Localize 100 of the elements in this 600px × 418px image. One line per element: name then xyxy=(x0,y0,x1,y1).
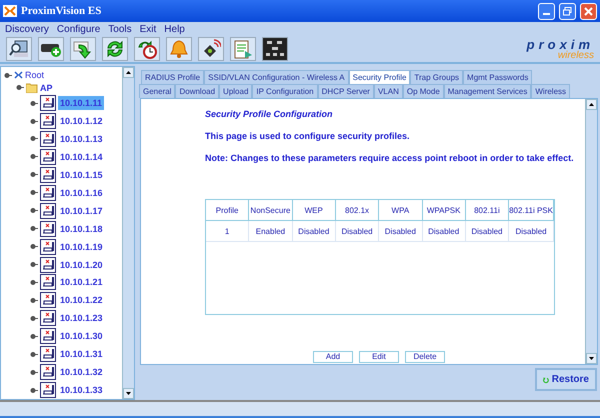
tree-item[interactable]: 10.10.1.18 xyxy=(58,222,105,236)
scrollbar[interactable] xyxy=(585,99,597,364)
tree-node-icon xyxy=(30,368,38,376)
tree-node-icon xyxy=(30,171,38,178)
logo-tagline: wireless xyxy=(558,50,594,60)
table-cell: Disabled xyxy=(336,221,380,242)
table-cell: Disabled xyxy=(466,221,510,242)
toolbar-button[interactable] xyxy=(198,37,224,61)
menu-item[interactable]: Discovery xyxy=(5,24,49,34)
table-cell: Disabled xyxy=(509,221,554,242)
tab[interactable]: DHCP Server xyxy=(318,84,374,98)
tree-item[interactable]: 10.10.1.13 xyxy=(58,132,105,146)
tab[interactable]: Trap Groups xyxy=(410,70,464,84)
tree-item[interactable]: 10.10.1.19 xyxy=(58,240,105,254)
menu-item[interactable]: Configure xyxy=(56,24,100,34)
column-header: WPAPSK xyxy=(422,200,466,221)
root-icon xyxy=(14,71,23,80)
tab[interactable]: Upload xyxy=(219,84,252,98)
column-header: 802.1x xyxy=(336,200,380,221)
close-icon xyxy=(584,6,593,16)
tree-item[interactable]: 10.10.1.32 xyxy=(58,365,105,380)
scroll-down-icon[interactable] xyxy=(126,392,131,395)
tree-node-icon xyxy=(30,278,38,286)
section-title: Security Profile Configuration xyxy=(205,109,334,119)
tree-item[interactable]: 10.10.1.33 xyxy=(58,383,105,398)
scroll-up-icon[interactable] xyxy=(589,103,594,106)
access-point-icon xyxy=(40,256,56,272)
table-action-button[interactable]: Delete xyxy=(405,351,445,363)
access-point-icon xyxy=(40,292,56,308)
tab[interactable]: Op Mode xyxy=(402,84,444,98)
tab[interactable]: Download xyxy=(175,84,220,98)
tree-node-icon xyxy=(30,386,38,394)
table-action-button[interactable]: Edit xyxy=(359,351,399,363)
tree-node-icon xyxy=(30,314,38,322)
tree-item[interactable]: 10.10.1.31 xyxy=(58,347,105,362)
access-point-icon xyxy=(40,364,56,380)
clipboard-chart-icon xyxy=(233,39,253,59)
toolbar-button[interactable] xyxy=(70,37,96,61)
description-text: This page is used to configure security profiles. xyxy=(205,131,411,141)
menu-item[interactable]: Tools xyxy=(108,24,132,34)
column-header: Profile xyxy=(206,200,250,221)
restore-button[interactable]: Restore xyxy=(535,368,597,391)
table-cell: 1 xyxy=(206,221,250,242)
tree-node-icon xyxy=(30,135,38,142)
tree-item[interactable]: 10.10.1.15 xyxy=(58,168,105,182)
close-button[interactable] xyxy=(580,2,597,20)
scrollbar[interactable] xyxy=(122,67,134,399)
tree-node-icon xyxy=(30,100,38,107)
tab[interactable]: IP Configuration xyxy=(252,84,318,98)
logo-name: proxim xyxy=(526,38,594,50)
menu-item[interactable]: Help xyxy=(164,24,185,34)
tab[interactable]: Management Services xyxy=(444,84,532,98)
tree-item[interactable]: AP xyxy=(40,82,53,93)
tree-expander-icon[interactable] xyxy=(4,72,12,79)
tree-node-icon xyxy=(30,332,38,340)
toolbar-button[interactable] xyxy=(134,37,160,61)
scroll-up-icon[interactable] xyxy=(126,71,131,74)
access-point-icon xyxy=(40,346,56,362)
toolbar-button[interactable] xyxy=(6,37,32,61)
tree-item[interactable]: 10.10.1.20 xyxy=(58,258,105,272)
tab[interactable]: Mgmt Passwords xyxy=(463,70,532,84)
column-header: 802.11i PSK xyxy=(509,200,554,221)
tree-item[interactable]: 10.10.1.16 xyxy=(58,186,105,200)
scroll-down-icon[interactable] xyxy=(589,357,594,360)
table-action-button[interactable]: Add xyxy=(313,351,353,363)
toolbar-button[interactable] xyxy=(102,37,128,61)
tab[interactable]: VLAN xyxy=(374,84,403,98)
access-point-icon xyxy=(40,328,56,344)
folder-icon xyxy=(26,82,38,93)
tree-item[interactable]: 10.10.1.23 xyxy=(58,311,105,326)
menu-item[interactable]: Exit xyxy=(140,24,156,34)
tab[interactable]: General xyxy=(139,84,176,98)
restore-window-button[interactable] xyxy=(559,2,576,20)
access-point-icon xyxy=(40,184,56,201)
tab[interactable]: RADIUS Profile xyxy=(141,70,204,84)
refresh-icon xyxy=(105,39,125,59)
tab[interactable]: Security Profile xyxy=(348,70,410,84)
access-point-icon xyxy=(40,202,56,219)
toolbar-button[interactable] xyxy=(262,37,288,61)
column-header: WEP xyxy=(292,200,336,221)
computer-search-icon xyxy=(9,39,29,59)
minimize-button[interactable] xyxy=(538,2,555,20)
tree-node-icon xyxy=(30,261,38,268)
tree-item[interactable]: 10.10.1.30 xyxy=(58,329,105,344)
tab[interactable]: SSID/VLAN Configuration - Wireless A xyxy=(204,70,349,84)
tab[interactable]: Wireless xyxy=(531,84,570,98)
tree-expander-icon[interactable] xyxy=(16,84,24,92)
app-icon xyxy=(3,5,17,17)
access-point-icon xyxy=(40,95,56,112)
tree-item[interactable]: Root xyxy=(25,70,44,80)
access-point-icon xyxy=(40,130,56,147)
tree-node-icon xyxy=(30,296,38,304)
tree-item[interactable]: 10.10.1.12 xyxy=(58,114,105,128)
tree-item[interactable]: 10.10.1.21 xyxy=(58,275,105,290)
tree-item[interactable]: 10.10.1.22 xyxy=(58,293,105,308)
toolbar-button[interactable] xyxy=(38,37,64,61)
tree-item[interactable]: 10.10.1.14 xyxy=(58,150,105,164)
tree-item[interactable]: 10.10.1.17 xyxy=(58,204,105,218)
tree-node-icon xyxy=(30,225,38,232)
column-header: WPA xyxy=(379,200,422,221)
